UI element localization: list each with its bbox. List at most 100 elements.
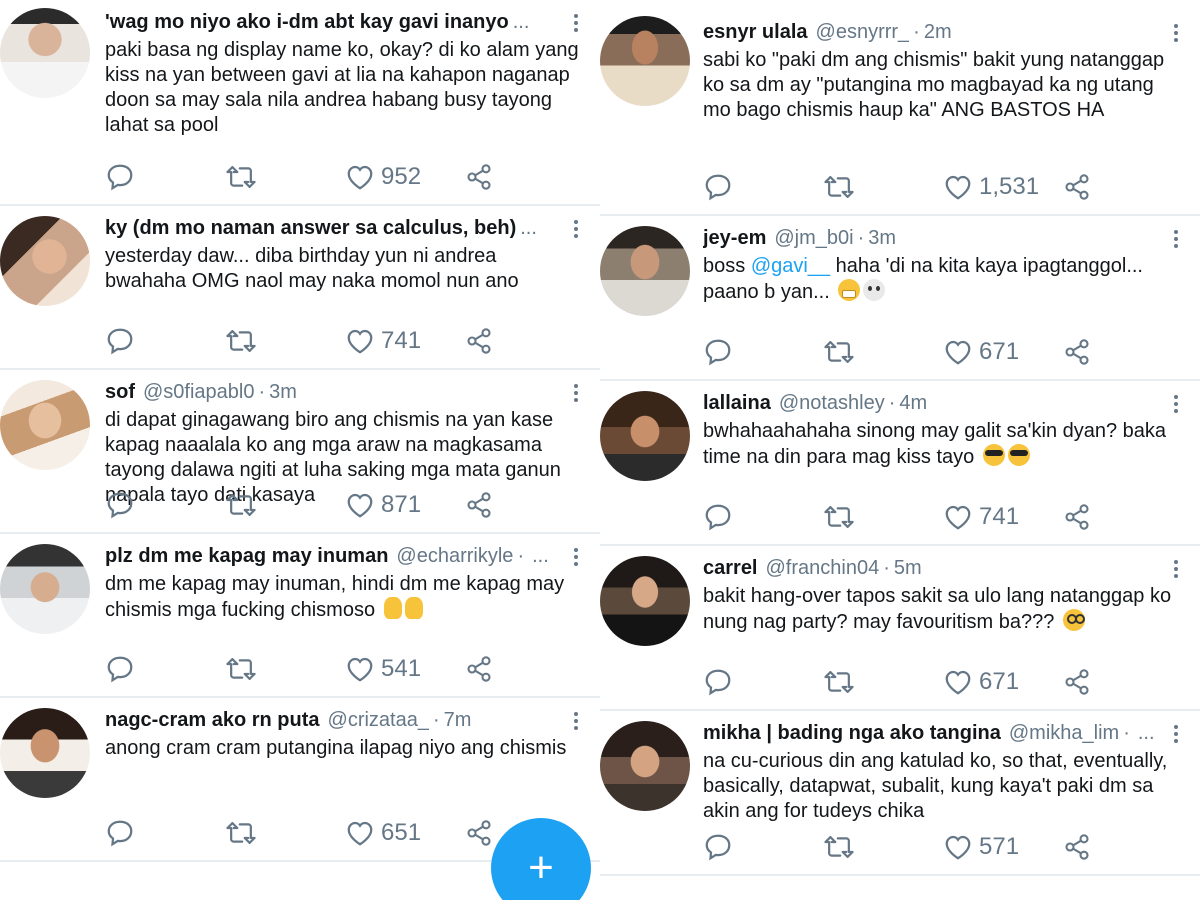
like-button[interactable]: 741 bbox=[345, 327, 465, 355]
tweet[interactable]: mikha | bading nga ako tangina @mikha_li… bbox=[600, 711, 1200, 876]
share-button[interactable] bbox=[1063, 173, 1103, 201]
retweet-icon bbox=[824, 671, 854, 693]
avatar[interactable] bbox=[0, 8, 90, 98]
avatar[interactable] bbox=[0, 544, 90, 634]
timestamp[interactable]: 3m bbox=[868, 224, 896, 252]
tweet[interactable]: lallaina @notashley · 4m bwhahaahahaha s… bbox=[600, 381, 1200, 546]
more-options-icon[interactable] bbox=[1166, 20, 1186, 46]
timestamp[interactable]: 5m bbox=[894, 554, 922, 582]
retweet-button[interactable] bbox=[823, 832, 943, 862]
reply-button[interactable] bbox=[703, 667, 823, 697]
avatar[interactable] bbox=[600, 721, 690, 811]
like-button[interactable]: 571 bbox=[943, 833, 1063, 861]
username[interactable]: @esnyrrr_ bbox=[816, 18, 910, 46]
share-button[interactable] bbox=[1063, 668, 1103, 696]
username[interactable]: @crizataa_ bbox=[328, 706, 429, 734]
username[interactable]: @notashley bbox=[779, 389, 885, 417]
retweet-button[interactable] bbox=[823, 667, 943, 697]
like-button[interactable]: 671 bbox=[943, 668, 1063, 696]
more-options-icon[interactable] bbox=[1166, 556, 1186, 582]
share-button[interactable] bbox=[465, 491, 505, 519]
tweet[interactable]: ky (dm mo naman answer sa calculus, beh)… bbox=[0, 206, 600, 370]
share-button[interactable] bbox=[465, 655, 505, 683]
display-name[interactable]: 'wag mo niyo ako i-dm abt kay gavi inany… bbox=[105, 8, 509, 36]
header-ellipsis: ... bbox=[1137, 722, 1155, 744]
username[interactable]: @franchin04 bbox=[766, 554, 880, 582]
reply-button[interactable] bbox=[105, 162, 225, 192]
tweet[interactable]: sof @s0fiapabl0 · 3m di dapat ginagawang… bbox=[0, 370, 600, 534]
tweet[interactable]: carrel @franchin04 · 5m bakit hang-over … bbox=[600, 546, 1200, 711]
middle-finger-emoji-icon bbox=[383, 597, 402, 619]
username[interactable]: @jm_b0i bbox=[774, 224, 853, 252]
username[interactable]: @echarrikyle bbox=[396, 542, 513, 570]
display-name[interactable]: sof bbox=[105, 378, 135, 406]
timestamp[interactable]: 7m bbox=[444, 706, 472, 734]
retweet-button[interactable] bbox=[823, 502, 943, 532]
heart-icon bbox=[945, 175, 971, 200]
username[interactable]: @mikha_lim bbox=[1009, 719, 1119, 747]
tweet[interactable]: jey-em @jm_b0i · 3m boss @gavi__ haha 'd… bbox=[600, 216, 1200, 381]
more-options-icon[interactable] bbox=[566, 708, 586, 734]
retweet-button[interactable] bbox=[225, 654, 345, 684]
reply-button[interactable] bbox=[105, 326, 225, 356]
avatar[interactable] bbox=[600, 391, 690, 481]
tweet[interactable]: esnyr ulala @esnyrrr_ · 2m sabi ko "paki… bbox=[600, 0, 1200, 216]
more-options-icon[interactable] bbox=[1166, 391, 1186, 417]
tweet-text: sabi ko "paki dm ang chismis" bakit yung… bbox=[703, 49, 1165, 121]
timestamp[interactable]: 4m bbox=[899, 389, 927, 417]
username[interactable]: @s0fiapabl0 bbox=[143, 378, 254, 406]
like-button[interactable]: 651 bbox=[345, 819, 465, 847]
share-button[interactable] bbox=[1063, 338, 1103, 366]
mention-link[interactable]: @gavi__ bbox=[751, 255, 830, 277]
avatar[interactable] bbox=[600, 16, 690, 106]
share-button[interactable] bbox=[465, 163, 505, 191]
display-name[interactable]: mikha | bading nga ako tangina bbox=[703, 719, 1001, 747]
avatar[interactable] bbox=[600, 226, 690, 316]
tweet[interactable]: 'wag mo niyo ako i-dm abt kay gavi inany… bbox=[0, 0, 600, 206]
retweet-button[interactable] bbox=[225, 162, 345, 192]
plus-icon: + bbox=[528, 843, 554, 892]
tweet[interactable]: plz dm me kapag may inuman @echarrikyle … bbox=[0, 534, 600, 698]
avatar[interactable] bbox=[0, 380, 90, 470]
reply-button[interactable] bbox=[703, 832, 823, 862]
reply-button[interactable] bbox=[703, 172, 823, 202]
like-button[interactable]: 952 bbox=[345, 163, 465, 191]
reply-button[interactable] bbox=[105, 654, 225, 684]
reply-button[interactable] bbox=[105, 490, 225, 520]
more-options-icon[interactable] bbox=[566, 216, 586, 242]
retweet-button[interactable] bbox=[225, 490, 345, 520]
like-button[interactable]: 1,531 bbox=[943, 173, 1063, 201]
like-button[interactable]: 671 bbox=[943, 338, 1063, 366]
retweet-button[interactable] bbox=[225, 326, 345, 356]
reply-button[interactable] bbox=[703, 502, 823, 532]
display-name[interactable]: ky (dm mo naman answer sa calculus, beh) bbox=[105, 214, 516, 242]
display-name[interactable]: esnyr ulala bbox=[703, 18, 808, 46]
display-name[interactable]: plz dm me kapag may inuman bbox=[105, 542, 388, 570]
like-button[interactable]: 741 bbox=[943, 503, 1063, 531]
more-options-icon[interactable] bbox=[1166, 721, 1186, 747]
like-button[interactable]: 541 bbox=[345, 655, 465, 683]
display-name[interactable]: nagc-cram ako rn puta bbox=[105, 706, 320, 734]
display-name[interactable]: lallaina bbox=[703, 389, 771, 417]
share-button[interactable] bbox=[1063, 833, 1103, 861]
more-options-icon[interactable] bbox=[1166, 226, 1186, 252]
share-button[interactable] bbox=[1063, 503, 1103, 531]
retweet-button[interactable] bbox=[823, 172, 943, 202]
retweet-button[interactable] bbox=[823, 337, 943, 367]
avatar[interactable] bbox=[0, 216, 90, 306]
tweet-text-start: boss bbox=[703, 255, 751, 277]
timestamp[interactable]: 2m bbox=[924, 18, 952, 46]
more-options-icon[interactable] bbox=[566, 10, 586, 36]
retweet-button[interactable] bbox=[225, 818, 345, 848]
display-name[interactable]: carrel bbox=[703, 554, 758, 582]
avatar[interactable] bbox=[600, 556, 690, 646]
more-options-icon[interactable] bbox=[566, 380, 586, 406]
reply-button[interactable] bbox=[703, 337, 823, 367]
display-name[interactable]: jey-em bbox=[703, 224, 766, 252]
like-button[interactable]: 871 bbox=[345, 491, 465, 519]
avatar[interactable] bbox=[0, 708, 90, 798]
share-button[interactable] bbox=[465, 327, 505, 355]
reply-button[interactable] bbox=[105, 818, 225, 848]
timestamp[interactable]: 3m bbox=[269, 378, 297, 406]
more-options-icon[interactable] bbox=[566, 544, 586, 570]
